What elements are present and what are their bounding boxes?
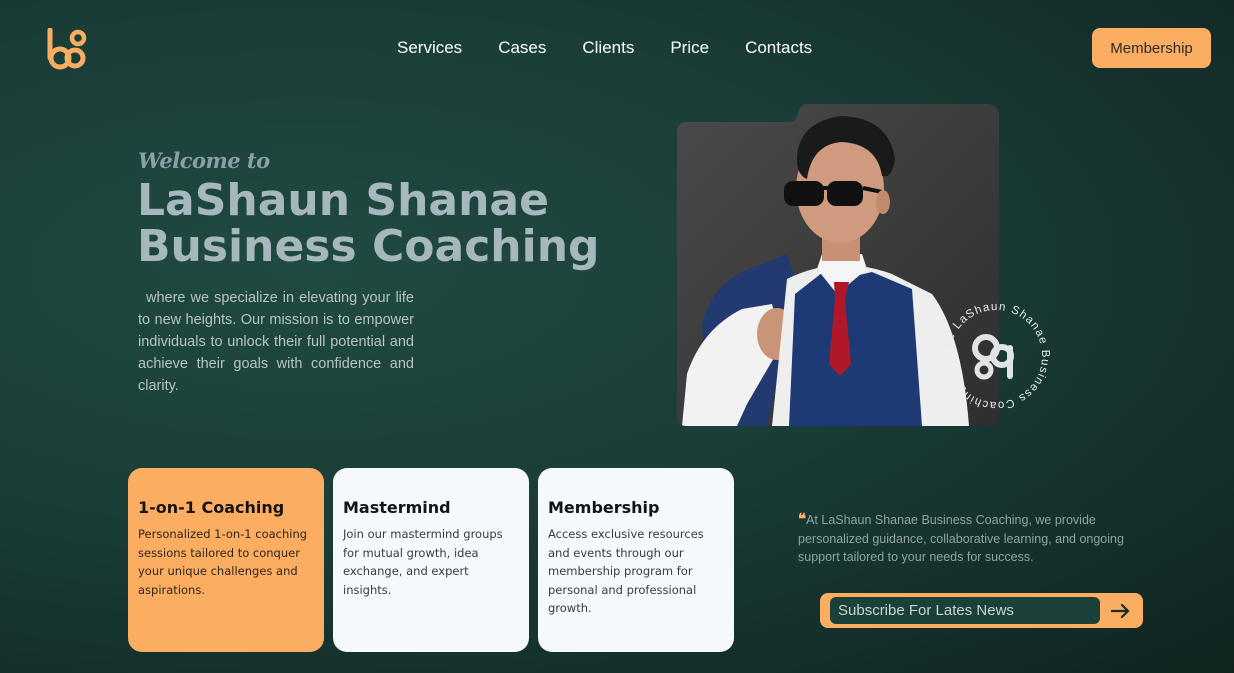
badge-emblem-icon: The LaShaun Shanae Business Coaching (941, 301, 1050, 411)
card-text: Join our mastermind groups for mutual gr… (343, 527, 503, 597)
welcome-label: Welcome to (138, 148, 270, 173)
subscribe-input[interactable] (830, 597, 1100, 624)
arrow-right-icon (1111, 603, 1130, 618)
card-membership[interactable]: Membership Access exclusive resources an… (538, 468, 734, 652)
hero-title: LaShaun Shanae Business Coaching (137, 178, 600, 270)
card-title: Mastermind (343, 498, 451, 517)
subscribe-form (820, 593, 1143, 628)
quote-mark-icon: ❝ (798, 510, 807, 528)
brand-badge: The LaShaun Shanae Business Coaching (936, 296, 1056, 416)
membership-button[interactable]: Membership (1092, 28, 1211, 68)
card-text: Personalized 1-on-1 coaching sessions ta… (138, 527, 308, 597)
card-text: Access exclusive resources and events th… (548, 527, 704, 615)
nav-item-price[interactable]: Price (670, 38, 709, 58)
card-mastermind[interactable]: Mastermind Join our mastermind groups fo… (333, 468, 529, 652)
nav-item-cases[interactable]: Cases (498, 38, 546, 58)
hero-title-line2: Business Coaching (137, 221, 600, 272)
nav-item-contacts[interactable]: Contacts (745, 38, 812, 58)
card-1-on-1-coaching[interactable]: 1-on-1 Coaching Personalized 1-on-1 coac… (128, 468, 324, 652)
card-title: 1-on-1 Coaching (138, 498, 285, 517)
quote-text: At LaShaun Shanae Business Coaching, we … (798, 513, 1124, 564)
logo-icon (47, 27, 87, 70)
testimonial-quote: ❝At LaShaun Shanae Business Coaching, we… (798, 510, 1164, 567)
subscribe-submit-button[interactable] (1105, 597, 1137, 624)
hero-description: where we specialize in elevating your li… (138, 290, 414, 394)
main-nav: Services Cases Clients Price Contacts (397, 38, 812, 58)
card-title: Membership (548, 498, 660, 517)
hero-title-line1: LaShaun Shanae (137, 175, 549, 226)
nav-item-clients[interactable]: Clients (582, 38, 634, 58)
brand-logo[interactable] (46, 27, 88, 72)
nav-item-services[interactable]: Services (397, 38, 462, 58)
